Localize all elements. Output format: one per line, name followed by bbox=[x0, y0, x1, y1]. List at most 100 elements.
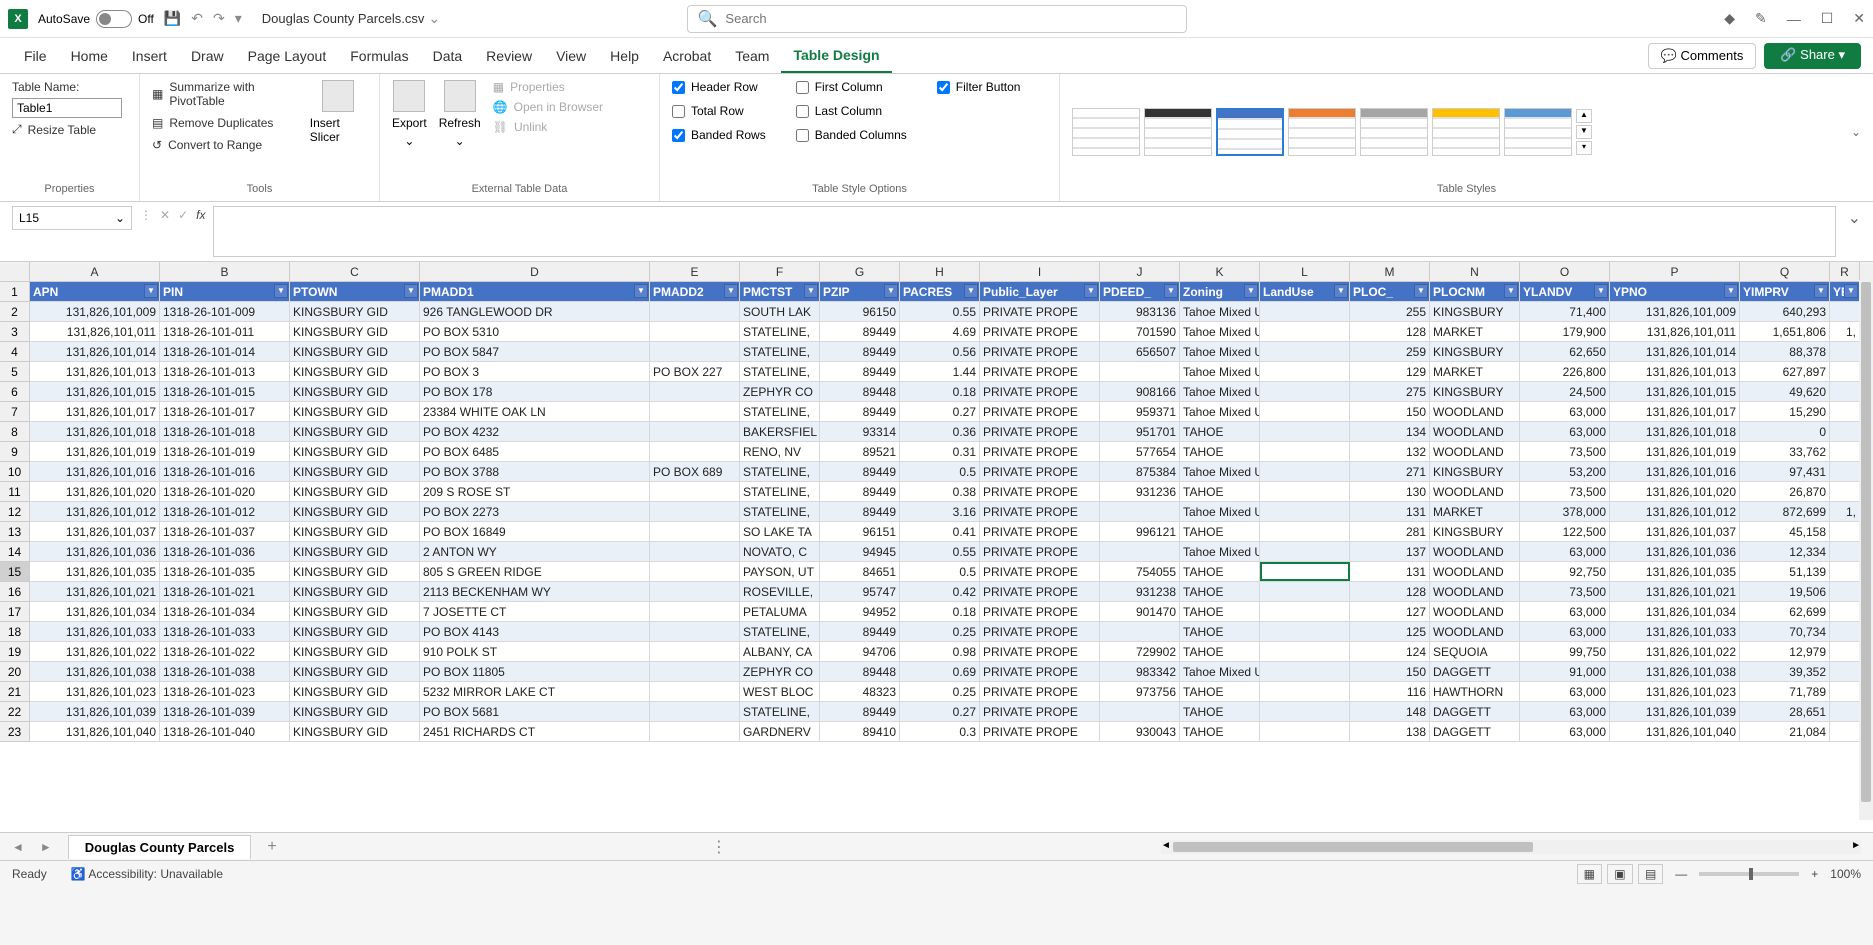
cell[interactable]: 95747 bbox=[820, 582, 900, 601]
pivot-button[interactable]: ▦ Summarize with PivotTable bbox=[152, 80, 298, 108]
ribbon-tab-file[interactable]: File bbox=[12, 40, 59, 72]
ribbon-tab-home[interactable]: Home bbox=[59, 40, 120, 72]
cell[interactable]: WOODLAND bbox=[1430, 542, 1520, 561]
refresh-button[interactable]: Refresh⌄ bbox=[439, 80, 481, 148]
cell[interactable]: KINGSBURY bbox=[1430, 382, 1520, 401]
cell[interactable]: 0.27 bbox=[900, 402, 980, 421]
cell[interactable]: HAWTHORN bbox=[1430, 682, 1520, 701]
cell[interactable]: 73,500 bbox=[1520, 442, 1610, 461]
view-break-icon[interactable]: ▤ bbox=[1638, 864, 1663, 884]
cell[interactable]: KINGSBURY GID bbox=[290, 502, 420, 521]
cell[interactable]: 26,870 bbox=[1740, 482, 1830, 501]
close-icon[interactable]: ✕ bbox=[1853, 10, 1865, 27]
col-header-H[interactable]: H bbox=[900, 262, 980, 281]
cell[interactable] bbox=[1100, 542, 1180, 561]
col-header-E[interactable]: E bbox=[650, 262, 740, 281]
cell[interactable]: WOODLAND bbox=[1430, 402, 1520, 421]
cell[interactable]: PRIVATE PROPE bbox=[980, 522, 1100, 541]
cell[interactable] bbox=[650, 682, 740, 701]
cell[interactable]: 131,826,101,039 bbox=[1610, 702, 1740, 721]
cell[interactable]: 378,000 bbox=[1520, 502, 1610, 521]
cell[interactable]: 7 JOSETTE CT bbox=[420, 602, 650, 621]
col-header-J[interactable]: J bbox=[1100, 262, 1180, 281]
cell[interactable]: 129 bbox=[1350, 362, 1430, 381]
cell[interactable]: Tahoe Mixed Use bbox=[1180, 402, 1260, 421]
zoom-level[interactable]: 100% bbox=[1830, 867, 1861, 881]
cell[interactable]: 131,826,101,018 bbox=[1610, 422, 1740, 441]
row-header[interactable]: 16 bbox=[0, 582, 30, 602]
cell[interactable]: 209 S ROSE ST bbox=[420, 482, 650, 501]
style-swatch-3[interactable] bbox=[1216, 108, 1284, 156]
namebox-chevron-icon[interactable]: ⌄ bbox=[115, 211, 125, 225]
cell[interactable] bbox=[1260, 622, 1350, 641]
first-col-check[interactable]: First Column bbox=[796, 80, 907, 94]
cell[interactable]: SEQUOIA bbox=[1430, 642, 1520, 661]
cell[interactable]: KINGSBURY GID bbox=[290, 702, 420, 721]
cell[interactable]: 19,506 bbox=[1740, 582, 1830, 601]
cell[interactable]: 2113 BECKENHAM WY bbox=[420, 582, 650, 601]
cell[interactable]: KINGSBURY GID bbox=[290, 482, 420, 501]
cell[interactable]: 89449 bbox=[820, 462, 900, 481]
col-header-A[interactable]: A bbox=[30, 262, 160, 281]
cell[interactable]: 131,826,101,016 bbox=[1610, 462, 1740, 481]
cell[interactable] bbox=[1260, 422, 1350, 441]
cell[interactable] bbox=[1830, 482, 1860, 501]
table-header[interactable]: PMADD1▼ bbox=[420, 282, 650, 301]
cell[interactable] bbox=[1100, 502, 1180, 521]
cell[interactable]: 99,750 bbox=[1520, 642, 1610, 661]
cell[interactable]: MARKET bbox=[1430, 322, 1520, 341]
row-header[interactable]: 2 bbox=[0, 302, 30, 322]
cell[interactable] bbox=[1260, 302, 1350, 321]
cell[interactable]: 908166 bbox=[1100, 382, 1180, 401]
cell[interactable]: PRIVATE PROPE bbox=[980, 542, 1100, 561]
name-box[interactable]: L15⌄ bbox=[12, 206, 132, 230]
banded-cols-check[interactable]: Banded Columns bbox=[796, 128, 907, 142]
sheet-nav-prev-icon[interactable]: ◄ bbox=[12, 840, 24, 854]
cell[interactable]: 93314 bbox=[820, 422, 900, 441]
cell[interactable] bbox=[1260, 722, 1350, 741]
table-header[interactable]: YLANDV▼ bbox=[1520, 282, 1610, 301]
cell[interactable]: 33,762 bbox=[1740, 442, 1830, 461]
cell[interactable]: WEST BLOC bbox=[740, 682, 820, 701]
table-header[interactable]: APN▼ bbox=[30, 282, 160, 301]
cell[interactable] bbox=[650, 422, 740, 441]
cell[interactable]: 0.42 bbox=[900, 582, 980, 601]
cell[interactable] bbox=[650, 542, 740, 561]
premium-icon[interactable]: ◆ bbox=[1724, 10, 1735, 27]
cell[interactable]: 1318-26-101-040 bbox=[160, 722, 290, 741]
cell[interactable]: KINGSBURY bbox=[1430, 342, 1520, 361]
cell[interactable] bbox=[1260, 322, 1350, 341]
row-header[interactable]: 8 bbox=[0, 422, 30, 442]
cell[interactable] bbox=[1260, 462, 1350, 481]
cell[interactable]: PO BOX 4232 bbox=[420, 422, 650, 441]
ribbon-tab-page-layout[interactable]: Page Layout bbox=[236, 40, 339, 72]
cell[interactable] bbox=[1830, 642, 1860, 661]
cell[interactable]: PO BOX 16849 bbox=[420, 522, 650, 541]
cell[interactable]: WOODLAND bbox=[1430, 582, 1520, 601]
cell[interactable]: 89449 bbox=[820, 362, 900, 381]
cell[interactable]: PRIVATE PROPE bbox=[980, 442, 1100, 461]
zoom-slider[interactable] bbox=[1699, 872, 1799, 876]
cell[interactable]: Tahoe Mixed Use bbox=[1180, 662, 1260, 681]
cell[interactable]: DAGGETT bbox=[1430, 702, 1520, 721]
col-header-K[interactable]: K bbox=[1180, 262, 1260, 281]
cell[interactable]: 131,826,101,012 bbox=[30, 502, 160, 521]
cell[interactable]: 131,826,101,011 bbox=[1610, 322, 1740, 341]
cell[interactable] bbox=[1830, 622, 1860, 641]
select-all-corner[interactable] bbox=[0, 262, 30, 281]
cell[interactable]: 131,826,101,011 bbox=[30, 322, 160, 341]
row-header[interactable]: 10 bbox=[0, 462, 30, 482]
cell[interactable] bbox=[1100, 362, 1180, 381]
cell[interactable]: 0.18 bbox=[900, 602, 980, 621]
cell[interactable]: 131,826,101,039 bbox=[30, 702, 160, 721]
cell[interactable]: KINGSBURY bbox=[1430, 522, 1520, 541]
cell[interactable]: 131,826,101,037 bbox=[30, 522, 160, 541]
cell[interactable]: MARKET bbox=[1430, 362, 1520, 381]
cell[interactable] bbox=[1260, 522, 1350, 541]
cell[interactable] bbox=[1260, 342, 1350, 361]
cell[interactable]: 1, bbox=[1830, 322, 1860, 341]
cell[interactable]: 12,334 bbox=[1740, 542, 1830, 561]
cell[interactable]: 116 bbox=[1350, 682, 1430, 701]
cell[interactable]: 89448 bbox=[820, 382, 900, 401]
col-header-D[interactable]: D bbox=[420, 262, 650, 281]
